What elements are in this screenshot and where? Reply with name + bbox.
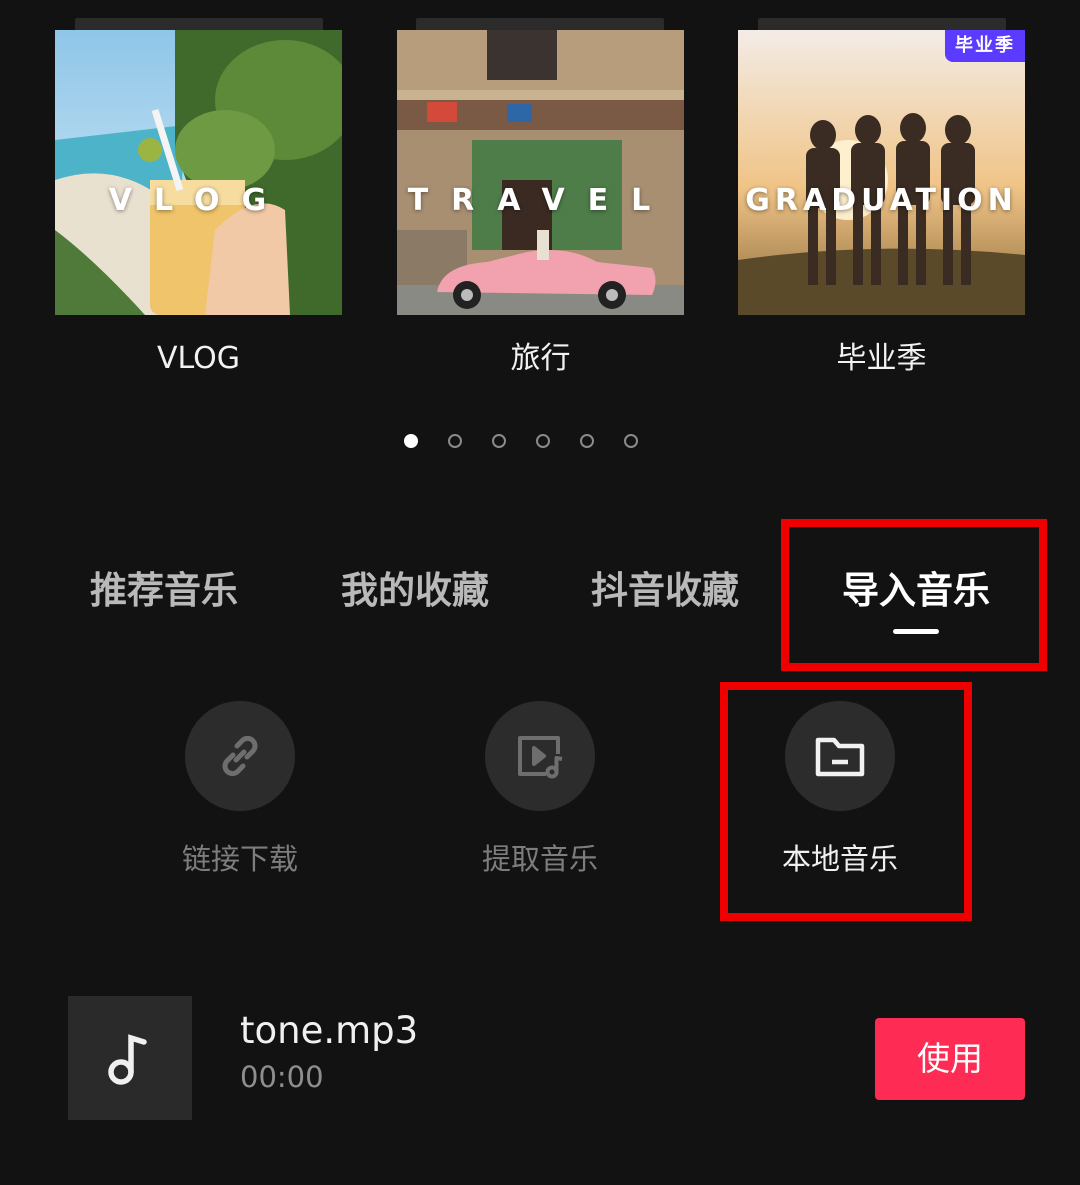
cover-title: GRADUATION <box>745 183 1018 218</box>
pager-dot-active[interactable] <box>404 434 418 448</box>
tab-my-favorites[interactable]: 我的收藏 <box>305 566 525 616</box>
extract-music-label: 提取音乐 <box>481 842 598 876</box>
beach-drink-image <box>55 30 342 315</box>
pager-dot[interactable] <box>536 434 550 448</box>
card-stack-edge <box>758 18 1006 30</box>
friends-sunset-image <box>738 30 1025 315</box>
playlist-label: VLOG <box>156 341 241 376</box>
file-thumbnail <box>68 996 192 1120</box>
playlist-cover-travel[interactable]: TRAVEL <box>397 30 684 315</box>
playlist-badge: 毕业季 <box>945 30 1025 62</box>
playlist-cover-graduation[interactable]: GRADUATION 毕业季 <box>738 30 1025 315</box>
playlist-cover-vlog[interactable]: VLOG <box>55 30 342 315</box>
highlight-frame-import-tab <box>781 519 1047 671</box>
link-download-label: 链接下载 <box>181 842 298 876</box>
pager-dot[interactable] <box>448 434 462 448</box>
music-note-icon <box>108 1034 147 1085</box>
link-icon <box>222 735 258 777</box>
extract-music-button[interactable] <box>485 701 595 811</box>
pager-dot[interactable] <box>624 434 638 448</box>
tab-recommended-music[interactable]: 推荐音乐 <box>54 566 274 616</box>
tab-douyin-favorites[interactable]: 抖音收藏 <box>555 566 775 616</box>
video-music-icon <box>518 736 563 779</box>
playlist-label: 旅行 <box>510 341 571 376</box>
playlist-label: 毕业季 <box>836 341 927 376</box>
file-name: tone.mp3 <box>240 1009 419 1052</box>
highlight-frame-local-music <box>720 682 972 921</box>
pager-dot[interactable] <box>580 434 594 448</box>
file-duration: 00:00 <box>240 1060 324 1094</box>
card-stack-edge <box>75 18 323 30</box>
street-car-image <box>397 30 684 315</box>
cover-title: VLOG <box>108 183 289 218</box>
pager-dot[interactable] <box>492 434 506 448</box>
link-download-button[interactable] <box>185 701 295 811</box>
card-stack-edge <box>416 18 664 30</box>
use-button[interactable]: 使用 <box>875 1018 1025 1100</box>
cover-title: TRAVEL <box>407 183 674 218</box>
